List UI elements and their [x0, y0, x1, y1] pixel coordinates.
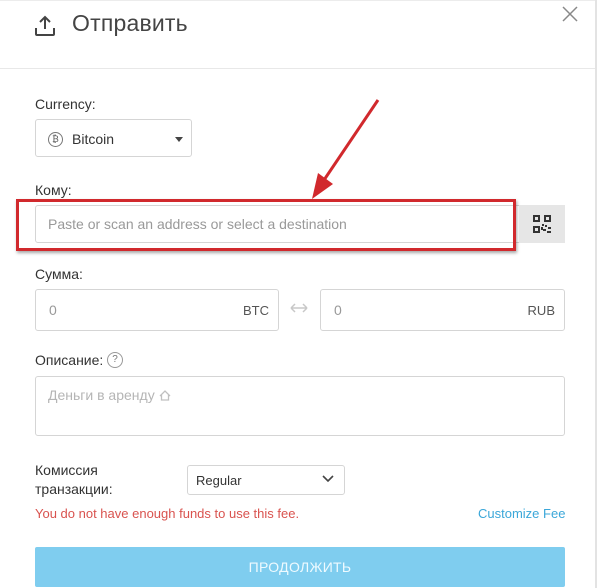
caret-down-icon — [175, 137, 183, 142]
amount-label: Сумма: — [35, 266, 83, 282]
fee-error-message: You do not have enough funds to use this… — [35, 506, 300, 521]
currency-value: Bitcoin — [72, 131, 115, 147]
page-title: Отправить — [72, 10, 188, 36]
fiat-amount-value: 0 — [334, 302, 342, 318]
continue-button[interactable]: ПРОДОЛЖИТЬ — [35, 547, 565, 587]
qr-scan-button[interactable] — [519, 205, 565, 243]
fee-label: Комиссия транзакции: — [35, 462, 113, 497]
customize-fee-link[interactable]: Customize Fee — [478, 506, 565, 521]
help-icon[interactable]: ? — [107, 352, 123, 368]
description-label: Описание: — [35, 352, 104, 368]
fiat-unit: RUB — [527, 303, 555, 318]
annotation-highlight-box — [16, 199, 516, 251]
fee-value: Regular — [196, 473, 242, 488]
qr-code-icon — [533, 215, 551, 233]
fee-select[interactable]: Regular — [187, 465, 345, 495]
annotation-arrow — [312, 99, 380, 199]
recipient-label: Кому: — [35, 182, 72, 198]
crypto-amount-value: 0 — [49, 302, 57, 318]
upload-icon — [35, 15, 55, 36]
crypto-amount-input[interactable]: 0 BTC — [35, 289, 279, 331]
crypto-unit: BTC — [243, 303, 269, 318]
close-icon[interactable] — [560, 4, 580, 24]
description-placeholder: Деньги в аренду — [48, 387, 171, 403]
house-icon — [159, 390, 171, 401]
currency-select[interactable]: ₿ Bitcoin — [35, 119, 192, 157]
bitcoin-icon: ₿ — [48, 132, 63, 147]
description-input[interactable]: Деньги в аренду — [35, 376, 565, 436]
currency-label: Currency: — [35, 96, 96, 112]
chevron-down-icon — [322, 475, 334, 483]
swap-arrows-icon — [290, 303, 308, 313]
dialog-header: Отправить — [0, 0, 595, 69]
fiat-amount-input[interactable]: 0 RUB — [320, 289, 565, 331]
